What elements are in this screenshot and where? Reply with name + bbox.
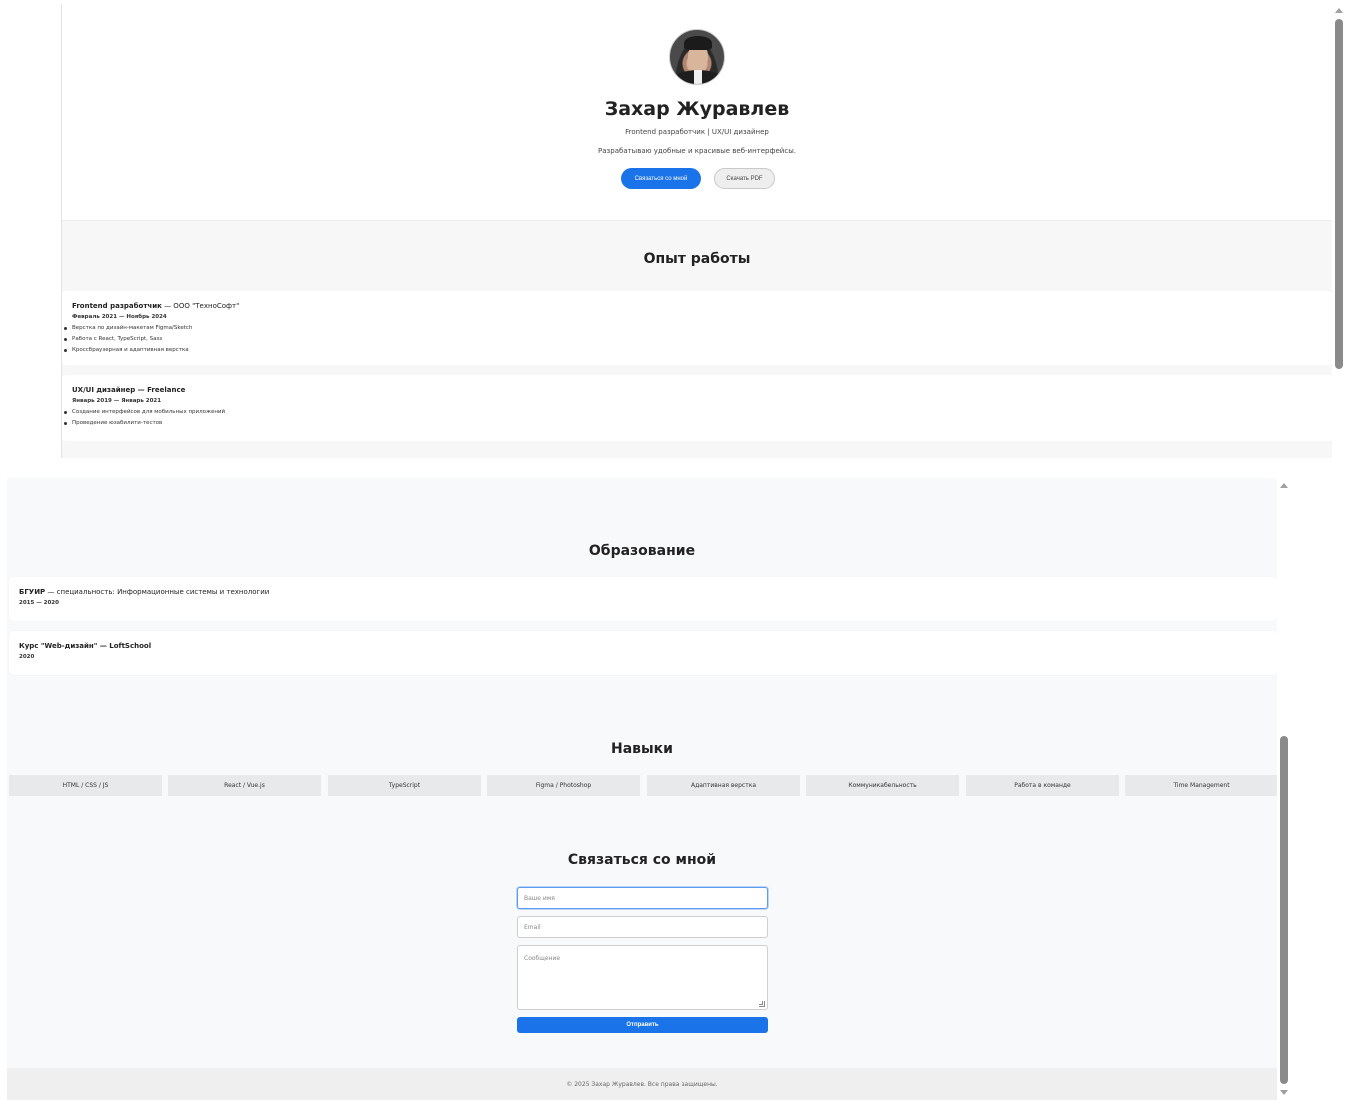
job-title: UX/UI дизайнер — Freelance xyxy=(72,386,186,394)
education-name: Курс "Web-дизайн" — LoftSchool xyxy=(19,642,152,650)
avatar xyxy=(669,29,725,85)
skill-item: HTML / CSS / JS xyxy=(9,775,162,796)
skill-item: Адаптивная верстка xyxy=(647,775,800,796)
job-title: Frontend разработчик — ООО "ТехноСофт" xyxy=(72,302,240,310)
hero-description: Разрабатываю удобные и красивые веб-инте… xyxy=(598,147,796,155)
name-input[interactable]: Ваше имя xyxy=(517,887,768,909)
scrollbar-thumb[interactable] xyxy=(1280,736,1288,1084)
skill-item: React / Vue.js xyxy=(168,775,321,796)
scrollbar-thumb[interactable] xyxy=(1335,19,1343,369)
education-card: Курс "Web-дизайн" — LoftSchool 2020 xyxy=(9,631,1277,675)
education-name: БГУИР — специальность: Информационные си… xyxy=(19,588,270,596)
list-item: Создание интерфейсов для мобильных прило… xyxy=(64,407,1332,418)
scroll-up-arrow-icon[interactable] xyxy=(1335,8,1343,13)
job-period: Февраль 2021 — Ноябрь 2024 xyxy=(72,314,167,320)
download-pdf-button[interactable]: Скачать PDF xyxy=(714,168,775,189)
skill-item: Работа в команде xyxy=(966,775,1119,796)
experience-section: Опыт работы Frontend разработчик — ООО "… xyxy=(62,220,1332,458)
hero-name: Захар Журавлев xyxy=(604,98,790,120)
education-card: БГУИР — специальность: Информационные си… xyxy=(9,577,1277,621)
education-years: 2020 xyxy=(19,654,35,660)
job-duties: Создание интерфейсов для мобильных прило… xyxy=(64,407,1332,429)
list-item: Кроссбраузерная и адаптивная верстка xyxy=(64,345,1332,356)
experience-title: Опыт работы xyxy=(643,251,751,267)
skill-item: Time Management xyxy=(1125,775,1278,796)
list-item: Работа с React, TypeScript, Sass xyxy=(64,334,1332,345)
scroll-up-arrow-icon[interactable] xyxy=(1280,483,1288,488)
screenshot-top-viewport: Захар Журавлев Frontend разработчик | UX… xyxy=(61,4,1346,458)
contact-title: Связаться со мной xyxy=(567,852,717,868)
submit-button[interactable]: Отправить xyxy=(517,1017,768,1033)
list-item: Верстка по дизайн-макетам Figma/Sketch xyxy=(64,323,1332,334)
contact-me-button[interactable]: Связаться со мной xyxy=(621,168,701,189)
page-top: Захар Журавлев Frontend разработчик | UX… xyxy=(62,4,1332,458)
scrollbar[interactable] xyxy=(1332,4,1346,458)
skill-item: Figma / Photoshop xyxy=(487,775,640,796)
job-card: Frontend разработчик — ООО "ТехноСофт" Ф… xyxy=(62,291,1332,365)
scroll-down-arrow-icon[interactable] xyxy=(1280,1090,1288,1095)
footer-text: © 2025 Захар Журавлев. Все права защищен… xyxy=(566,1080,718,1088)
skills-title: Навыки xyxy=(611,741,673,757)
skills-list: HTML / CSS / JS React / Vue.js TypeScrip… xyxy=(9,775,1278,797)
list-item: Проведение юзабилити-тестов xyxy=(64,418,1332,429)
education-years: 2015 — 2020 xyxy=(19,600,59,606)
hero-section: Захар Журавлев Frontend разработчик | UX… xyxy=(62,4,1332,220)
email-input[interactable]: Email xyxy=(517,916,768,938)
scrollbar[interactable] xyxy=(1277,478,1292,1100)
job-duties: Верстка по дизайн-макетам Figma/Sketch Р… xyxy=(64,323,1332,356)
skill-item: TypeScript xyxy=(328,775,481,796)
skill-item: Коммуникабельность xyxy=(806,775,959,796)
screenshot-bottom-viewport: Образование БГУИР — специальность: Инфор… xyxy=(7,478,1292,1100)
resize-grip-icon[interactable] xyxy=(759,1001,765,1007)
job-card: UX/UI дизайнер — Freelance Январь 2019 —… xyxy=(62,375,1332,441)
message-textarea[interactable]: Сообщение xyxy=(517,945,768,1010)
hero-role: Frontend разработчик | UX/UI дизайнер xyxy=(625,128,769,136)
job-period: Январь 2019 — Январь 2021 xyxy=(72,398,162,404)
education-title: Образование xyxy=(588,543,696,559)
footer: © 2025 Захар Журавлев. Все права защищен… xyxy=(7,1068,1277,1100)
